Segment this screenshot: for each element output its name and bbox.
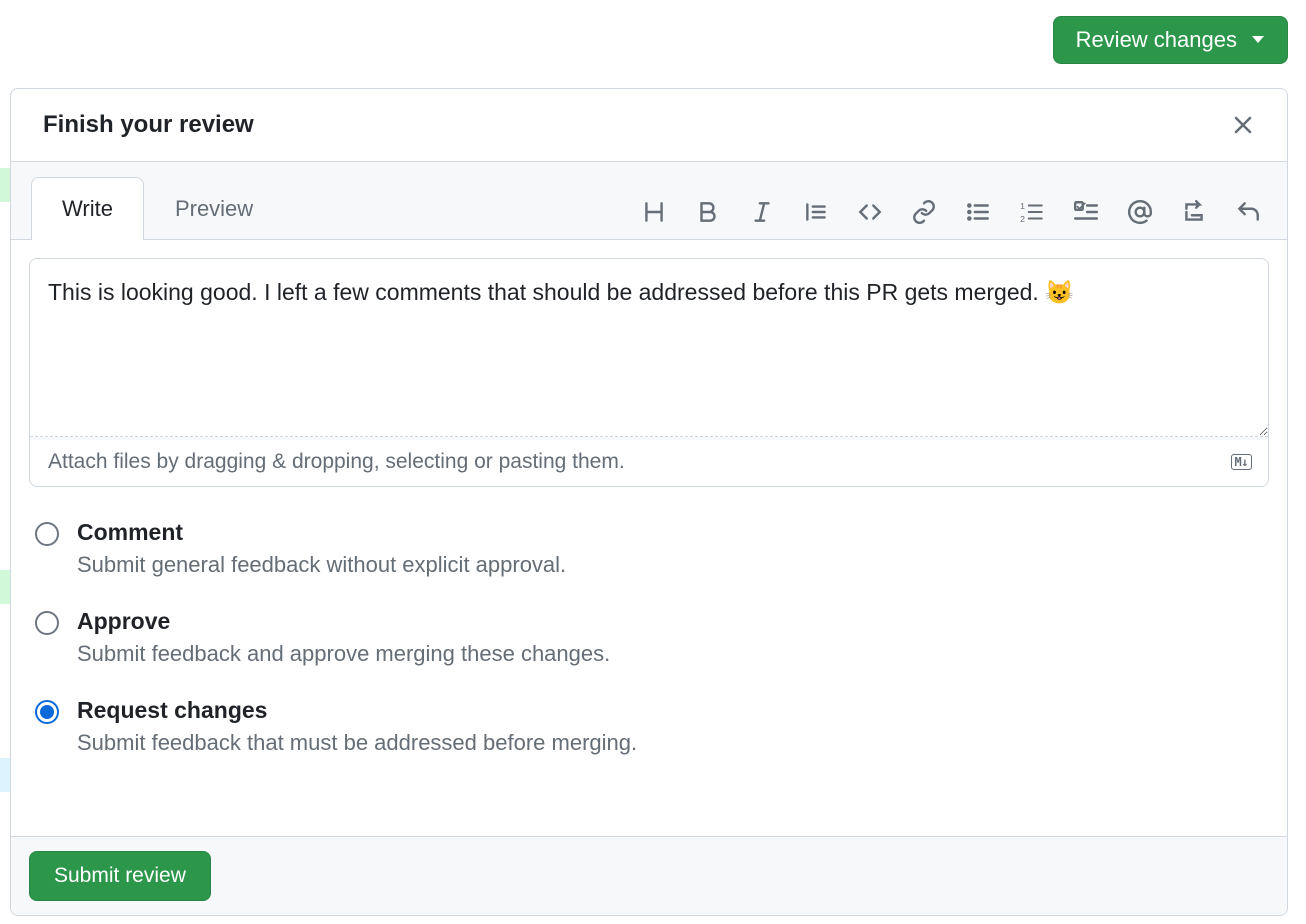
background-diff-edge	[0, 0, 10, 924]
radio-approve[interactable]	[35, 611, 59, 635]
link-icon[interactable]	[911, 199, 937, 225]
italic-icon[interactable]	[749, 199, 775, 225]
bold-icon[interactable]	[695, 199, 721, 225]
code-icon[interactable]	[857, 199, 883, 225]
review-comment-textarea[interactable]	[30, 259, 1268, 437]
caret-down-icon	[1251, 35, 1265, 45]
option-comment[interactable]: Comment Submit general feedback without …	[29, 507, 1269, 596]
option-approve[interactable]: Approve Submit feedback and approve merg…	[29, 596, 1269, 685]
svg-text:1: 1	[1020, 201, 1025, 211]
task-list-icon[interactable]	[1073, 199, 1099, 225]
panel-title: Finish your review	[43, 111, 254, 139]
cross-reference-icon[interactable]	[1181, 199, 1207, 225]
quote-icon[interactable]	[803, 199, 829, 225]
radio-comment[interactable]	[35, 522, 59, 546]
markdown-toolbar: 12	[641, 199, 1267, 239]
option-request-title: Request changes	[77, 697, 637, 724]
review-changes-label: Review changes	[1076, 27, 1237, 53]
tab-preview[interactable]: Preview	[144, 177, 284, 240]
review-changes-button[interactable]: Review changes	[1053, 16, 1288, 64]
option-request-desc: Submit feedback that must be addressed b…	[77, 730, 637, 756]
ordered-list-icon[interactable]: 12	[1019, 199, 1045, 225]
option-approve-title: Approve	[77, 608, 610, 635]
tab-write[interactable]: Write	[31, 177, 144, 240]
submit-review-button[interactable]: Submit review	[29, 851, 211, 901]
option-request-changes[interactable]: Request changes Submit feedback that mus…	[29, 685, 1269, 774]
option-approve-desc: Submit feedback and approve merging thes…	[77, 641, 610, 667]
svg-text:2: 2	[1020, 214, 1025, 224]
review-panel: Finish your review Write Preview	[10, 88, 1288, 916]
heading-icon[interactable]	[641, 199, 667, 225]
attach-hint-text[interactable]: Attach files by dragging & dropping, sel…	[48, 450, 625, 474]
markdown-supported-icon[interactable]: M↓	[1231, 454, 1252, 470]
reply-icon[interactable]	[1235, 199, 1261, 225]
radio-request-changes[interactable]	[35, 700, 59, 724]
option-comment-desc: Submit general feedback without explicit…	[77, 552, 566, 578]
close-button[interactable]	[1227, 109, 1259, 141]
unordered-list-icon[interactable]	[965, 199, 991, 225]
mention-icon[interactable]	[1127, 199, 1153, 225]
option-comment-title: Comment	[77, 519, 566, 546]
close-icon	[1231, 113, 1255, 137]
